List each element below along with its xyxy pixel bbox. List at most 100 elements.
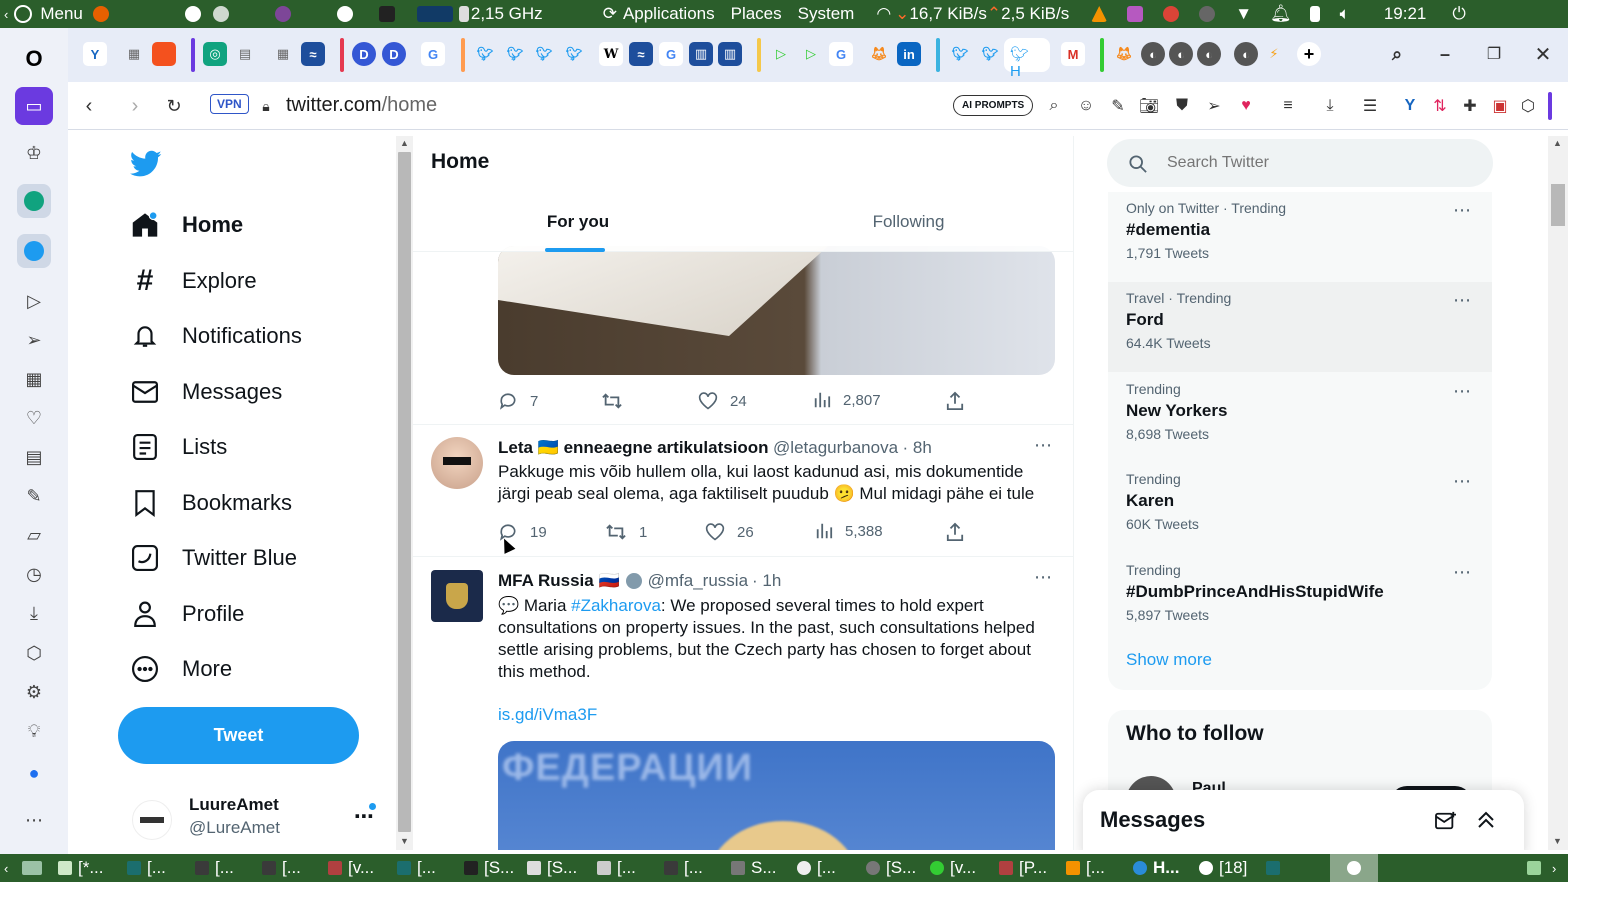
firefox-icon[interactable] <box>92 6 109 22</box>
nav-lists[interactable]: Lists <box>130 425 227 469</box>
downloads-icon[interactable]: ⤓ <box>17 596 51 630</box>
tab-favicon[interactable]: D <box>352 42 376 66</box>
wifi-icon[interactable]: ▼ <box>1235 4 1252 24</box>
account-switcher[interactable]: LuureAmet @LureAmet ⋯ <box>118 788 388 844</box>
heart-bookmark-icon[interactable]: ♥ <box>1236 96 1256 116</box>
extension-red-icon[interactable]: ⇅ <box>1430 96 1450 116</box>
nav-more[interactable]: More <box>130 647 232 691</box>
tweet-author-name[interactable]: MFA Russia 🇷🇺 <box>498 571 620 591</box>
tab-favicon[interactable] <box>152 42 176 66</box>
taskbar-left-arrow-icon[interactable]: ‹ <box>4 857 8 879</box>
taskbar-item[interactable] <box>1266 857 1286 879</box>
retweet-button[interactable]: 1 <box>605 522 647 542</box>
tweet-author-name[interactable]: Leta 🇺🇦 enneaegne artikulatsioon <box>498 438 769 457</box>
taskbar-item[interactable]: [*... <box>58 857 104 879</box>
trend-item[interactable]: Trending New Yorkers 8,698 Tweets ⋯ <box>1108 373 1492 463</box>
trend-item[interactable]: Trending #DumbPrinceAndHisStupidWife 5,8… <box>1108 554 1492 644</box>
edit-icon[interactable]: ✎ <box>17 479 51 513</box>
tab-following[interactable]: Following <box>743 196 1073 252</box>
scrollbar-thumb[interactable] <box>1551 184 1565 226</box>
tweet-more-icon[interactable]: ⋯ <box>1034 435 1052 456</box>
tweet-time[interactable]: · 1h <box>752 571 781 591</box>
tor-icon[interactable] <box>274 6 291 22</box>
taskbar-item[interactable]: [18] <box>1199 857 1247 879</box>
taskbar-item[interactable]: [... <box>262 857 301 879</box>
active-tab-twitter[interactable]: 🐦︎ H <box>1004 38 1050 80</box>
avatar[interactable] <box>431 437 483 489</box>
tab-favicon[interactable]: W <box>599 42 623 66</box>
lock-icon[interactable]: 🔒︎ <box>256 96 276 116</box>
tab-favicon[interactable]: M <box>1061 42 1085 66</box>
tab-favicon[interactable]: ⚡︎ <box>1262 42 1286 66</box>
nav-explore[interactable]: # Explore <box>130 259 257 303</box>
tab-favicon[interactable]: 🦊︎ <box>867 42 891 66</box>
taskbar-item-active[interactable]: H... <box>1133 857 1179 879</box>
nav-notifications[interactable]: Notifications <box>130 314 302 358</box>
tab-favicon[interactable]: 🐦︎ <box>562 42 586 66</box>
extension-cube-icon[interactable]: ⬡ <box>1518 96 1538 116</box>
apps-grid-icon[interactable]: ▦ <box>17 362 51 396</box>
tab-favicon[interactable]: ≈ <box>301 42 325 66</box>
search-page-icon[interactable]: ⌕ <box>1044 96 1064 116</box>
media-tray-icon[interactable] <box>1127 6 1144 22</box>
opera-logo-icon[interactable]: O <box>17 42 51 76</box>
notification-bell-icon[interactable]: 🔔︎ <box>1270 4 1292 24</box>
previous-tweet-media[interactable] <box>498 246 1055 375</box>
scroll-down-arrow-icon[interactable]: ▼ <box>400 836 409 846</box>
minimize-window-icon[interactable]: – <box>1433 42 1457 66</box>
sidebar-toggle-marker[interactable] <box>1548 92 1552 120</box>
show-desktop-icon[interactable] <box>22 857 48 879</box>
trend-item[interactable]: Trending Karen 60K Tweets ⋯ <box>1108 463 1492 553</box>
tab-favicon[interactable]: Y <box>83 42 107 66</box>
tab-favicon[interactable]: 🐦︎ <box>503 42 527 66</box>
taskbar-item[interactable]: [... <box>664 857 703 879</box>
tab-search-icon[interactable]: ⌕ <box>1385 42 1409 66</box>
messages-drawer[interactable]: Messages <box>1083 790 1524 850</box>
settings-icon[interactable]: ⚙ <box>17 675 51 709</box>
search-input[interactable] <box>1167 151 1467 175</box>
nav-profile[interactable]: Profile <box>130 592 244 636</box>
left-column-scrollbar[interactable]: ▲ ▼ <box>396 136 413 850</box>
taskbar-item[interactable]: [S... <box>464 857 514 879</box>
tab-favicon[interactable]: ▷ <box>799 42 823 66</box>
trend-item[interactable]: Only on Twitter · Trending #dementia 1,7… <box>1108 192 1492 282</box>
tweet-more-icon[interactable]: ⋯ <box>1034 567 1052 588</box>
tab-favicon[interactable]: G <box>421 42 445 66</box>
tab-favicon[interactable]: ≈ <box>629 42 653 66</box>
new-message-icon[interactable] <box>1435 811 1457 831</box>
tab-favicon[interactable]: ◐ <box>1234 42 1258 66</box>
retweet-button[interactable] <box>601 391 635 411</box>
opera-tray-icon[interactable] <box>336 6 353 22</box>
tab-favicon[interactable]: D <box>382 42 406 66</box>
tab-favicon[interactable]: 🐦︎ <box>948 42 972 66</box>
player-icon[interactable]: ▷ <box>17 284 51 318</box>
like-button[interactable]: 24 <box>698 391 747 411</box>
search-box[interactable] <box>1107 139 1493 187</box>
taskbar-item[interactable]: [S... <box>527 857 577 879</box>
tab-favicon[interactable]: ▷ <box>769 42 793 66</box>
easy-setup-icon[interactable]: ☰ <box>1360 96 1380 116</box>
views-button[interactable]: 2,807 <box>813 391 881 409</box>
back-icon[interactable]: ‹ <box>79 95 99 117</box>
tab-favicon[interactable]: 🦊︎ <box>1112 42 1136 66</box>
emoji-icon[interactable]: ☺ <box>1076 96 1096 116</box>
tab-favicon[interactable]: 🐦︎ <box>978 42 1002 66</box>
twitter-sidebar-icon[interactable] <box>17 234 51 268</box>
tab-for-you[interactable]: For you <box>413 196 743 252</box>
like-button[interactable]: 26 <box>705 522 754 542</box>
taskbar-item[interactable]: [... <box>195 857 234 879</box>
twitter-logo-icon[interactable] <box>130 150 162 178</box>
close-window-icon[interactable]: ✕ <box>1531 42 1555 66</box>
tab-favicon[interactable]: ◐ <box>1197 42 1221 66</box>
sidebar-more-icon[interactable]: ⋯ <box>17 803 51 837</box>
tweet-author-handle[interactable]: @letagurbanova <box>773 438 898 457</box>
vlc-icon[interactable] <box>1091 6 1108 22</box>
crown-icon[interactable]: ♔ <box>17 136 51 170</box>
history-icon[interactable]: ◷ <box>17 557 51 591</box>
taskbar-tray-icon[interactable] <box>1527 857 1547 879</box>
trend-more-icon[interactable]: ⋯ <box>1453 381 1472 402</box>
scroll-up-arrow-icon[interactable]: ▲ <box>1553 138 1562 148</box>
places-menu[interactable]: Places <box>731 4 782 24</box>
trend-item-hovered[interactable]: Travel · Trending Ford 64.4K Tweets ⋯ <box>1108 282 1492 372</box>
ai-prompts-button[interactable]: AI PROMPTS <box>953 95 1034 116</box>
